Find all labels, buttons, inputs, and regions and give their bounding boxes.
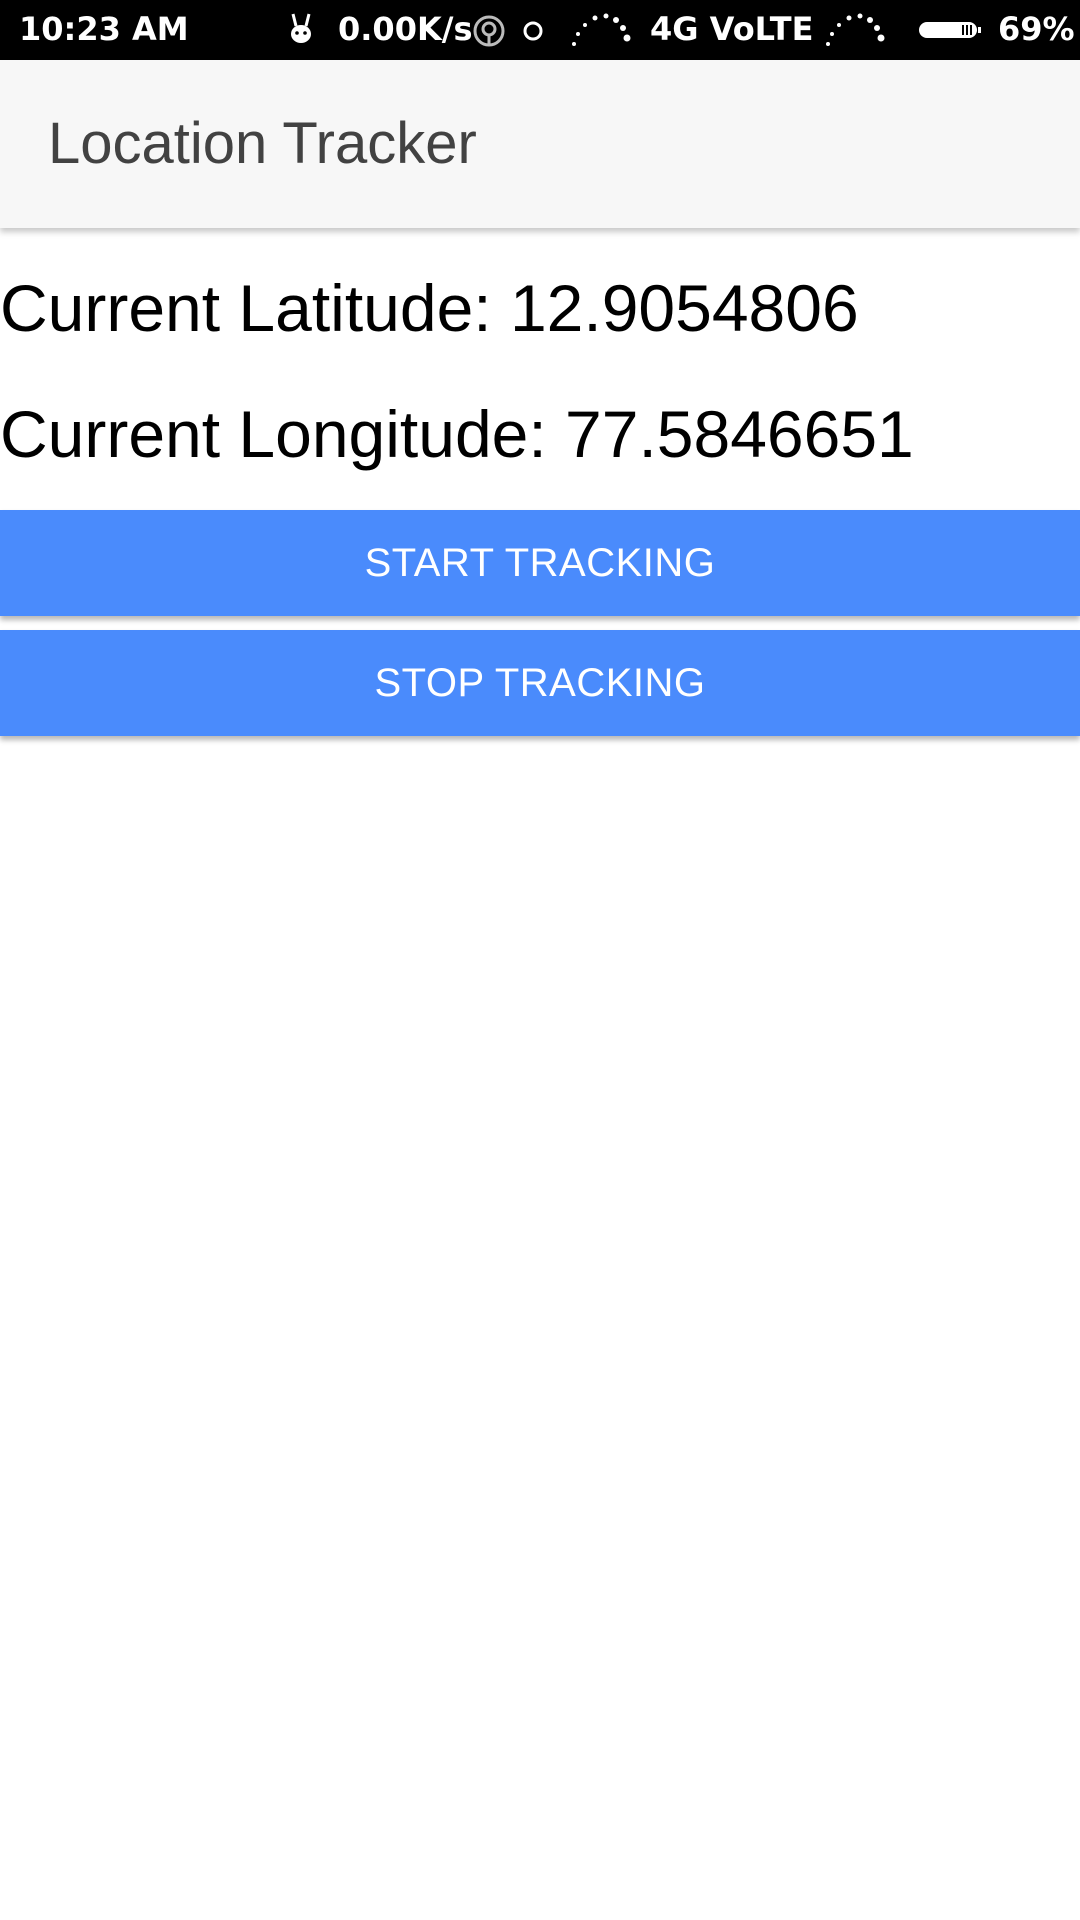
bunny-notification-icon [284,12,318,46]
hotspot-icon [472,14,506,48]
latitude-value: 12.9054806 [509,271,859,345]
latitude-row: Current Latitude: 12.9054806 [0,270,859,346]
signal-icon-2 [824,12,886,48]
longitude-row: Current Longitude: 77.5846651 [0,396,914,472]
longitude-value: 77.5846651 [565,397,914,471]
signal-icon-1 [570,12,632,48]
battery-level: 69% [998,10,1075,48]
app-bar: Location Tracker [0,60,1080,228]
start-tracking-button[interactable]: START TRACKING [0,510,1080,616]
battery-icon [918,20,982,40]
network-speed: 0.00K/s [338,10,473,48]
status-bar: 10:23 AM 0.00K/s 4G VoLTE 69% [0,0,1080,60]
circle-notification-icon [522,20,544,42]
network-type: 4G VoLTE [650,10,814,48]
status-time: 10:23 AM [19,10,189,48]
stop-tracking-button[interactable]: STOP TRACKING [0,630,1080,736]
app-title: Location Tracker [48,111,477,176]
longitude-label: Current Longitude: [0,397,547,471]
latitude-label: Current Latitude: [0,271,492,345]
